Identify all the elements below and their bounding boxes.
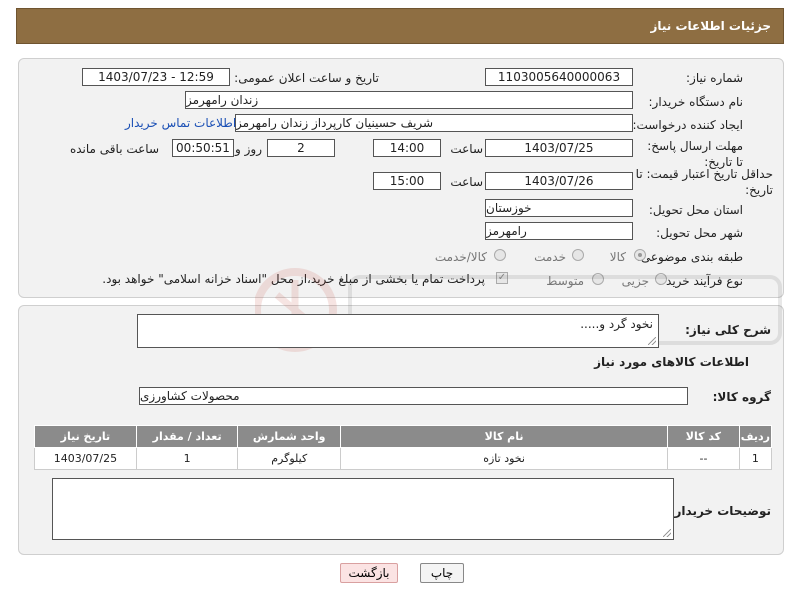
remaining-time-label: ساعت باقی مانده [69, 142, 159, 156]
table-row: 1 -- نخود تازه کیلوگرم 1 1403/07/25 [34, 447, 773, 470]
col-header-code: کد کالا [667, 425, 740, 448]
city-field: رامهرمز [485, 222, 633, 240]
print-button[interactable]: چاپ [420, 563, 464, 583]
description-text: نخود گرد و..... [580, 317, 653, 331]
col-header-unit: واحد شمارش [237, 425, 342, 448]
validity-time-field: 15:00 [373, 172, 441, 190]
buyer-notes-label: توضیحات خریدار: [669, 504, 771, 518]
category-radio-service[interactable] [572, 249, 584, 261]
col-header-name: نام کالا [340, 425, 669, 448]
days-remaining-field: 2 [267, 139, 335, 157]
category-option-goods-service: کالا/خدمت [434, 250, 487, 264]
goods-table: ردیف کد کالا نام کالا واحد شمارش تعداد /… [34, 425, 773, 470]
creator-field: شریف حسینیان کارپرداز زندان رامهرمز [235, 114, 633, 132]
category-radio-goods[interactable] [634, 249, 646, 261]
buyer-org-field: زندان رامهرمز [185, 91, 633, 109]
validity-time-label: ساعت [450, 175, 483, 189]
process-option-minor: جزیی [621, 274, 649, 288]
resize-grip-icon[interactable] [648, 337, 656, 345]
page-title: جزئیات اطلاعات نیاز [650, 19, 771, 33]
page-header: جزئیات اطلاعات نیاز [16, 8, 784, 44]
category-option-goods: کالا [609, 250, 626, 264]
category-option-service: خدمت [534, 250, 566, 264]
col-header-quantity: تعداد / مقدار [135, 425, 239, 448]
process-radio-minor[interactable] [655, 273, 667, 285]
cell-quantity: 1 [135, 447, 239, 470]
category-radio-goods-service[interactable] [494, 249, 506, 261]
city-label: شهر محل تحویل: [656, 226, 743, 240]
reply-time-label: ساعت [450, 142, 483, 156]
goods-group-field: محصولات کشاورزی [139, 387, 688, 405]
process-type-label: نوع فرآیند خرید : [658, 274, 743, 288]
resize-grip-icon[interactable] [663, 529, 671, 537]
buyer-org-label: نام دستگاه خریدار: [648, 95, 744, 109]
col-header-row: ردیف [738, 425, 773, 448]
price-validity-label: حداقل تاریخ اعتبار قیمت: تا تاریخ: [635, 167, 773, 197]
days-label: روز و [235, 142, 262, 156]
cell-name: نخود تازه [340, 447, 669, 470]
process-option-medium: متوسط [546, 274, 584, 288]
process-radio-medium[interactable] [592, 273, 604, 285]
goods-table-header: ردیف کد کالا نام کالا واحد شمارش تعداد /… [34, 425, 773, 448]
treasury-payment-note: پرداخت تمام یا بخشی از مبلغ خرید،از محل … [102, 272, 485, 286]
reply-date-field: 1403/07/25 [485, 139, 633, 157]
province-label: استان محل تحویل: [648, 203, 743, 217]
back-button[interactable]: بازگشت [340, 563, 398, 583]
col-header-date: تاریخ نیاز [34, 425, 137, 448]
announce-date-label: تاریخ و ساعت اعلان عمومی: [234, 71, 379, 85]
reply-time-field: 14:00 [373, 139, 441, 157]
remaining-time-field: 00:50:51 [172, 139, 234, 157]
buyer-contact-link[interactable]: اطلاعات تماس خریدار [125, 116, 236, 130]
goods-info-title: اطلاعات کالاهای مورد نیاز [594, 355, 749, 369]
need-number-label: شماره نیاز: [686, 71, 743, 85]
announce-date-field: 1403/07/23 - 12:59 [82, 68, 230, 86]
description-label: شرح کلی نیاز: [685, 323, 771, 337]
category-label: طبقه بندی موضوعی: [636, 250, 743, 264]
buyer-notes-textarea[interactable] [52, 478, 674, 540]
cell-date: 1403/07/25 [34, 447, 137, 470]
treasury-payment-checkbox[interactable]: ✓ [496, 272, 508, 284]
description-textarea[interactable]: نخود گرد و..... [137, 314, 659, 348]
creator-label: ایجاد کننده درخواست: [632, 118, 743, 132]
cell-row-number: 1 [738, 447, 773, 470]
goods-group-label: گروه کالا: [712, 390, 771, 404]
validity-date-field: 1403/07/26 [485, 172, 633, 190]
need-number-field: 1103005640000063 [485, 68, 633, 86]
cell-code: -- [667, 447, 740, 470]
province-field: خوزستان [485, 199, 633, 217]
cell-unit: کیلوگرم [237, 447, 342, 470]
